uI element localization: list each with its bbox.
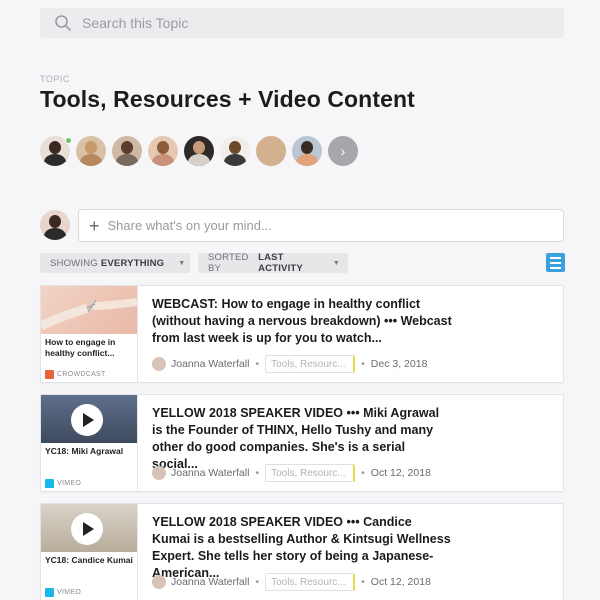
post-meta: Joanna Waterfall • Tools, Resourc... • D… xyxy=(152,355,427,373)
search-icon xyxy=(54,14,72,32)
author-name[interactable]: Joanna Waterfall xyxy=(171,576,249,588)
list-view-toggle-icon[interactable] xyxy=(546,253,565,272)
post-thumbnail[interactable]: YC18: Candice Kumai VIMEO xyxy=(41,504,138,600)
post-date: Oct 12, 2018 xyxy=(370,467,431,479)
crowdcast-icon xyxy=(45,370,54,379)
showing-value: EVERYTHING xyxy=(100,257,165,269)
search-input[interactable]: Search this Topic xyxy=(82,15,188,31)
caret-down-icon: ▼ xyxy=(178,259,186,267)
thumbnail-image xyxy=(41,395,137,443)
post-excerpt[interactable]: YELLOW 2018 SPEAKER VIDEO ••• Miki Agraw… xyxy=(152,405,452,473)
topic-tag[interactable]: Tools, Resourc... xyxy=(265,464,356,482)
avatar[interactable] xyxy=(256,136,286,166)
post-thumbnail[interactable]: How to engage in healthy conflict... CRO… xyxy=(41,286,138,382)
online-status-dot xyxy=(65,137,72,144)
play-icon[interactable] xyxy=(71,404,103,436)
member-avatars: › xyxy=(40,136,358,166)
post-card[interactable]: How to engage in healthy conflict... CRO… xyxy=(40,285,564,383)
topic-label: TOPIC xyxy=(40,74,70,84)
author-name[interactable]: Joanna Waterfall xyxy=(171,467,249,479)
current-user-avatar xyxy=(40,210,70,240)
sorted-value: LAST ACTIVITY xyxy=(258,252,303,274)
play-icon[interactable] xyxy=(71,513,103,545)
post-date: Dec 3, 2018 xyxy=(370,358,428,370)
sort-dropdown[interactable]: SORTED BY LAST ACTIVITY ▼ xyxy=(198,252,348,274)
avatar[interactable] xyxy=(76,136,106,166)
author-avatar xyxy=(152,357,166,371)
vimeo-icon xyxy=(45,588,54,597)
avatar[interactable] xyxy=(292,136,322,166)
author-avatar xyxy=(152,466,166,480)
topic-tag[interactable]: Tools, Resourc... xyxy=(265,573,356,591)
source-label: VIMEO xyxy=(45,588,81,597)
thumbnail-image xyxy=(41,286,137,334)
post-meta: Joanna Waterfall • Tools, Resourc... • O… xyxy=(152,464,431,482)
composer-input[interactable]: Share what's on your mind... xyxy=(108,218,272,233)
author-name[interactable]: Joanna Waterfall xyxy=(171,358,249,370)
thumbnail-caption: How to engage in healthy conflict... xyxy=(45,337,116,358)
post-card[interactable]: YC18: Miki Agrawal VIMEO YELLOW 2018 SPE… xyxy=(40,394,564,492)
post-excerpt[interactable]: WEBCAST: How to engage in healthy confli… xyxy=(152,296,452,347)
topic-tag[interactable]: Tools, Resourc... xyxy=(265,355,356,373)
avatar[interactable] xyxy=(184,136,214,166)
thumbnail-caption: YC18: Miki Agrawal xyxy=(45,446,124,456)
avatar[interactable] xyxy=(148,136,178,166)
post-card[interactable]: YC18: Candice Kumai VIMEO YELLOW 2018 SP… xyxy=(40,503,564,600)
vimeo-icon xyxy=(45,479,54,488)
avatar[interactable] xyxy=(112,136,142,166)
post-date: Oct 12, 2018 xyxy=(370,576,431,588)
thumbnail-caption: YC18: Candice Kumai xyxy=(45,555,133,565)
source-label: VIMEO xyxy=(45,479,81,488)
sorted-prefix: SORTED BY xyxy=(208,252,249,274)
page-title: Tools, Resources + Video Content xyxy=(40,86,415,112)
author-avatar xyxy=(152,575,166,589)
search-bar[interactable]: Search this Topic xyxy=(40,8,564,38)
post-thumbnail[interactable]: YC18: Miki Agrawal VIMEO xyxy=(41,395,138,491)
avatar[interactable] xyxy=(220,136,250,166)
thumbnail-image xyxy=(41,504,137,552)
source-label: CROWDCAST xyxy=(45,370,106,379)
post-excerpt[interactable]: YELLOW 2018 SPEAKER VIDEO ••• Candice Ku… xyxy=(152,514,452,582)
caret-down-icon: ▼ xyxy=(332,259,340,267)
post-meta: Joanna Waterfall • Tools, Resourc... • O… xyxy=(152,573,431,591)
showing-prefix: SHOWING xyxy=(50,257,98,269)
plus-icon: + xyxy=(89,215,100,236)
post-composer[interactable]: + Share what's on your mind... xyxy=(78,209,564,242)
more-members-button[interactable]: › xyxy=(328,136,358,166)
showing-filter-dropdown[interactable]: SHOWING EVERYTHING ▼ xyxy=(40,253,190,273)
